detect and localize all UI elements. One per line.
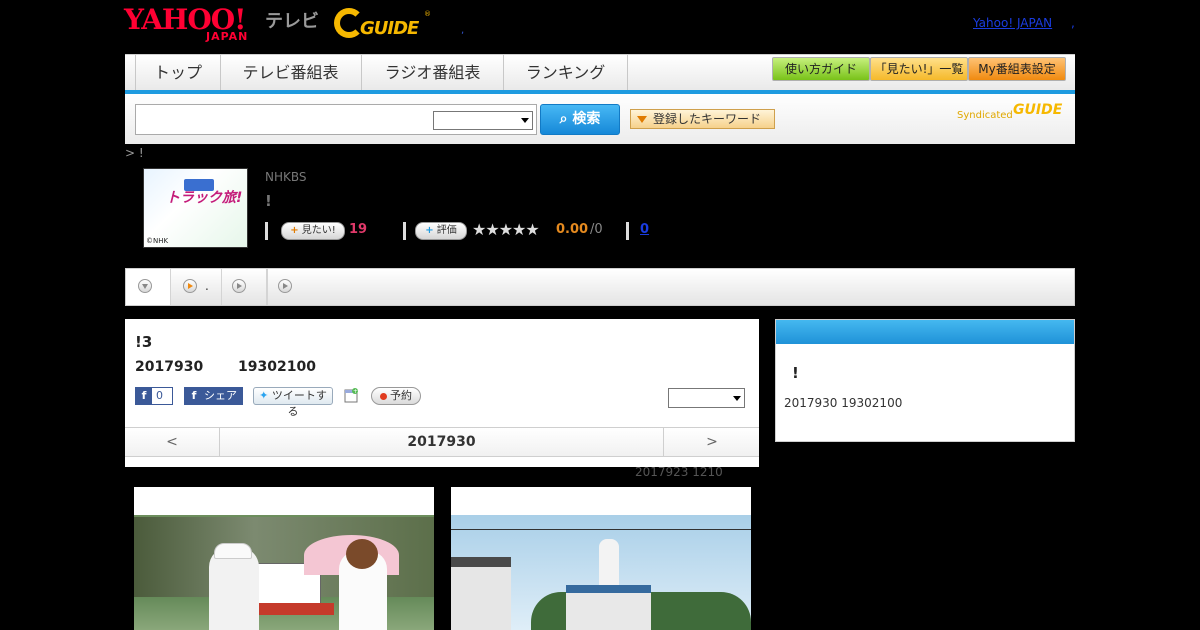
- record-dot-icon: [380, 392, 387, 400]
- facebook-icon: f: [191, 389, 197, 402]
- episode-panel: !3 2017930 19302100 f0 f シェア ✦ ツイートする + 予…: [125, 319, 759, 467]
- current-date: 2017930: [407, 434, 476, 450]
- tab-reviews[interactable]: [268, 269, 306, 305]
- header-separator-2: ,: [1071, 16, 1075, 30]
- episode-date: 2017930: [135, 359, 204, 375]
- rate-button[interactable]: + 評価: [415, 222, 467, 240]
- facebook-like-button[interactable]: f0: [135, 387, 173, 405]
- channel-name: NHKBS: [265, 170, 307, 184]
- syndicated-label: Syndicated: [957, 110, 1013, 121]
- search-category-select[interactable]: [433, 111, 533, 130]
- registered-mark: ®: [424, 10, 431, 18]
- photo-building-2: [566, 585, 651, 630]
- rating-value: 0.00: [556, 222, 589, 237]
- tab-related[interactable]: [222, 269, 267, 305]
- side-panel: ! 2017930 19302100: [775, 319, 1075, 442]
- registered-keywords-button[interactable]: 登録したキーワード: [630, 109, 775, 129]
- yahoo-japan-logo[interactable]: YAHOO! JAPAN: [124, 6, 262, 43]
- nav-tab-radio-schedule[interactable]: ラジオ番組表: [362, 55, 504, 91]
- how-to-guide-button[interactable]: 使い方ガイド: [772, 57, 870, 81]
- breadcrumb[interactable]: > !: [125, 146, 144, 160]
- thumbnail-title: トラック旅!: [166, 190, 243, 206]
- date-navigation: < 2017930 >: [125, 427, 759, 457]
- calendar-add-icon[interactable]: +: [344, 387, 358, 403]
- tweet-label: ツイートする: [271, 389, 327, 418]
- divider: [403, 222, 406, 240]
- chevron-down-icon: [733, 396, 741, 401]
- search-icon: ⌕: [559, 111, 568, 127]
- photo-man: [209, 547, 259, 630]
- search-button-label: 検索: [572, 111, 601, 127]
- search-area: ⌕ 検索 登録したキーワード Syndicated GUIDE: [125, 94, 1075, 144]
- plus-icon: +: [425, 225, 434, 236]
- divider: [626, 222, 629, 240]
- tab-episodes[interactable]: .: [171, 269, 222, 305]
- prev-date-button[interactable]: <: [125, 428, 220, 456]
- update-timestamp: 2017923 1210: [635, 465, 723, 479]
- review-count-link[interactable]: 0: [640, 222, 649, 237]
- episode-select[interactable]: [668, 388, 745, 408]
- side-panel-info: 2017930 19302100: [784, 396, 903, 410]
- side-panel-header: [776, 320, 1074, 344]
- my-schedule-settings-button[interactable]: My番組表設定: [968, 57, 1066, 81]
- plus-icon: +: [290, 225, 299, 236]
- search-box: [135, 104, 537, 135]
- facebook-share-label: シェア: [204, 389, 237, 402]
- circle-arrow-right-icon: [278, 279, 292, 293]
- yahoo-japan-link[interactable]: Yahoo! JAPAN: [973, 16, 1052, 30]
- chevron-down-icon: [521, 118, 529, 123]
- want-to-watch-label: 見たい!: [301, 225, 336, 236]
- gguide-logo[interactable]: GUIDE ®: [334, 8, 434, 40]
- nav-tab-tv-schedule[interactable]: テレビ番組表: [220, 55, 362, 91]
- search-input[interactable]: [138, 107, 432, 133]
- next-date-button[interactable]: >: [663, 428, 760, 456]
- program-title: !: [265, 192, 272, 210]
- search-button[interactable]: ⌕ 検索: [540, 104, 620, 135]
- gguide-logo-text: GUIDE: [360, 18, 419, 39]
- tab-overview[interactable]: [126, 269, 171, 305]
- program-thumbnail[interactable]: トラック旅! ©NHK: [143, 168, 248, 248]
- triangle-down-icon: [637, 116, 647, 123]
- photo-building-1: [451, 557, 511, 630]
- facebook-icon: f: [136, 388, 152, 404]
- thumbnail-credit: ©NHK: [146, 237, 169, 245]
- divider: [265, 222, 268, 240]
- episode-time: 19302100: [238, 359, 316, 375]
- main-nav: トップ テレビ番組表 ラジオ番組表 ランキング 使い方ガイド 「見たい!」一覧 …: [125, 54, 1075, 91]
- episode-title: !3: [135, 333, 153, 351]
- scene-photo-1[interactable]: [134, 487, 434, 630]
- nav-tab-ranking[interactable]: ランキング: [504, 55, 628, 91]
- reserve-button[interactable]: 予約: [371, 387, 421, 405]
- photo-wire: [451, 529, 751, 530]
- nav-tab-top[interactable]: トップ: [135, 55, 221, 91]
- want-to-watch-button[interactable]: + 見たい!: [281, 222, 345, 240]
- facebook-share-button[interactable]: f シェア: [184, 387, 243, 405]
- svg-text:+: +: [353, 388, 358, 395]
- program-tabs: .: [125, 268, 1075, 306]
- tv-logo-label: テレビ: [265, 11, 319, 32]
- circle-arrow-right-icon: [183, 279, 197, 293]
- want-to-watch-list-button[interactable]: 「見たい!」一覧: [870, 57, 968, 81]
- syndicated-gguide-logo: GUIDE: [1013, 102, 1063, 118]
- scene-photo-2[interactable]: [451, 487, 751, 630]
- header-separator: ,: [461, 25, 465, 36]
- tab-dot: .: [205, 279, 209, 293]
- rate-label: 評価: [436, 225, 457, 236]
- facebook-like-count: 0: [156, 389, 163, 402]
- photo-cap: [214, 543, 252, 559]
- japan-logo-text: JAPAN: [206, 30, 249, 43]
- circle-arrow-down-icon: [138, 279, 152, 293]
- photo-hair: [346, 539, 378, 569]
- want-to-watch-count: 19: [349, 222, 368, 237]
- reserve-label: 予約: [390, 389, 412, 402]
- twitter-bird-icon: ✦: [259, 389, 269, 402]
- rating-count: /0: [590, 222, 603, 237]
- registered-keywords-label: 登録したキーワード: [653, 112, 762, 126]
- rating-stars: ★★★★★: [472, 220, 540, 239]
- side-panel-title: !: [792, 364, 799, 382]
- tweet-button[interactable]: ✦ ツイートする: [253, 387, 333, 418]
- circle-arrow-right-icon: [232, 279, 246, 293]
